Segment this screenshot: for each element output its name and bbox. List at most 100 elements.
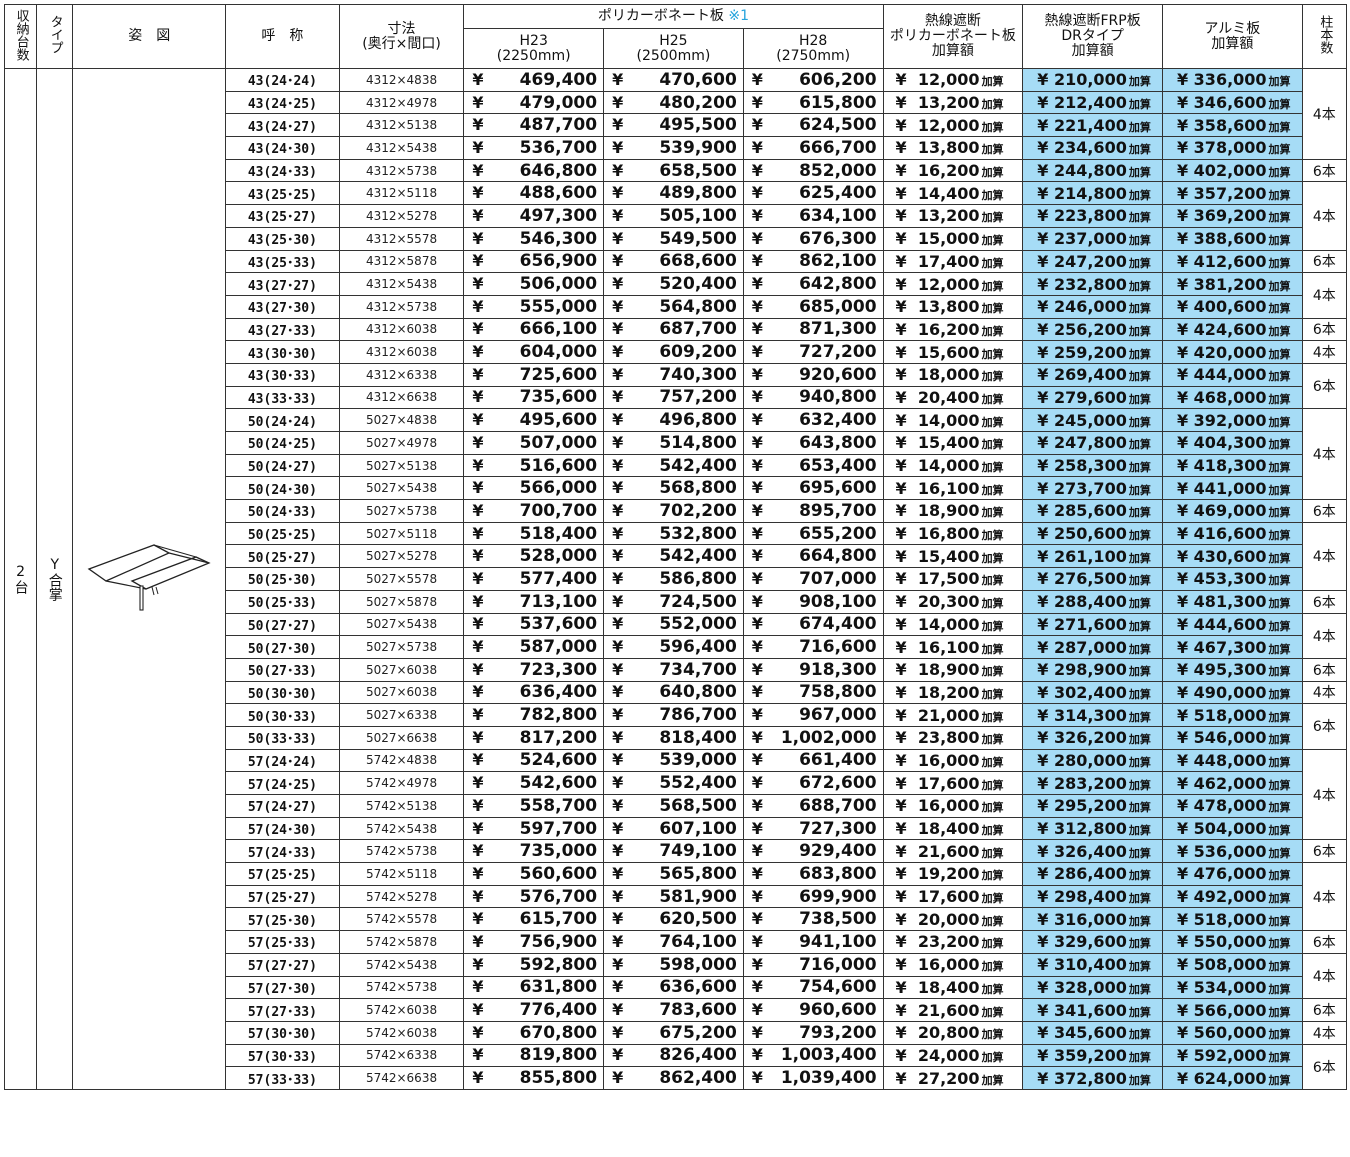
price-value: 487,700 [519,115,598,136]
yen-sign: ¥ [751,92,763,112]
price-value: 735,600 [519,387,598,408]
frp-add-value: ¥ 286,400 [1037,864,1127,884]
price-value: 581,900 [659,886,737,907]
aluminum-add-cell: ¥ 416,600 加算 [1161,521,1303,546]
frp-add-value: ¥ 302,400 [1037,682,1127,702]
price-h28-cell: ¥653,400 [742,453,884,478]
aluminum-add-value: ¥ 448,000 [1176,750,1267,770]
yen-sign: ¥ [472,591,484,611]
add-label: 加算 [1128,120,1151,134]
yen-sign: ¥ [472,364,484,384]
dimension-cell: 4312×5438 [338,136,465,160]
price-value: 738,500 [799,909,877,930]
price-h28-cell: ¥1,039,400 [742,1066,884,1090]
posts-count-cell: 4本 [1301,408,1348,501]
price-h25-cell: ¥749,100 [603,839,744,864]
price-h23-cell: ¥469,400 [463,68,605,92]
price-h23-cell: ¥592,800 [463,952,605,977]
yen-sign: ¥ [895,161,907,181]
yen-sign: ¥ [612,364,624,384]
yen-sign: ¥ [895,909,907,929]
aluminum-add-value: ¥ 420,000 [1176,342,1267,362]
dimension-cell: 5742×5738 [338,839,465,864]
price-value: 564,800 [659,296,737,317]
header-heat-poly-l3: 加算額 [931,43,974,59]
posts-count-cell: 6本 [1301,362,1348,410]
aluminum-add-cell: ¥ 369,200 加算 [1161,204,1303,228]
frp-add-value: ¥ 214,800 [1037,183,1127,203]
frp-add-cell: ¥ 245,000 加算 [1022,408,1163,432]
heat-poly-add-value: 16,200 [917,319,980,339]
frp-add-value: ¥ 295,200 [1037,796,1127,816]
yen-sign: ¥ [751,478,763,498]
price-h28-cell: ¥664,800 [742,544,884,569]
model-name-cell: 57(30･30) [225,1020,340,1045]
header-aluminum: アルミ板 加算額 [1161,4,1303,69]
add-label: 加算 [1128,960,1151,974]
header-type-text: タイプ [47,15,63,54]
price-h23-cell: ¥756,900 [463,930,605,954]
heat-poly-add-cell: ¥ 13,800 加算 [882,136,1024,160]
frp-add-cell: ¥ 256,200 加算 [1022,317,1163,342]
model-name-cell: 50(24･24) [225,408,340,432]
frp-add-value: ¥ 261,100 [1037,546,1127,566]
add-label: 加算 [1268,733,1291,747]
heat-poly-add-cell: ¥ 19,200 加算 [882,862,1024,886]
price-h23-cell: ¥723,300 [463,657,605,682]
yen-sign: ¥ [472,115,484,135]
price-value: 716,600 [799,637,877,658]
model-name-cell: 43(33･33) [225,385,340,410]
frp-add-cell: ¥ 280,000 加算 [1022,748,1163,773]
aluminum-add-cell: ¥ 592,000 加算 [1161,1043,1303,1068]
yen-sign: ¥ [612,455,624,475]
add-label: 加算 [981,574,1004,588]
yen-sign: ¥ [895,569,907,589]
price-h23-cell: ¥636,400 [463,680,605,705]
yen-sign: ¥ [895,796,907,816]
aluminum-add-value: ¥ 508,000 [1176,955,1267,975]
add-label: 加算 [981,778,1004,792]
heat-poly-add-cell: ¥ 23,200 加算 [882,930,1024,954]
add-label: 加算 [1268,166,1291,180]
frp-add-cell: ¥ 341,600 加算 [1022,998,1163,1022]
yen-sign: ¥ [895,229,907,249]
add-label: 加算 [1268,687,1291,701]
yen-sign: ¥ [751,228,763,248]
aluminum-add-value: ¥ 358,600 [1176,115,1267,135]
yen-sign: ¥ [472,977,484,997]
dimension-cell: 5742×5738 [338,975,465,1000]
header-frp: 熱線遮断FRP板 DRタイプ 加算額 [1022,4,1163,69]
frp-add-value: ¥ 232,800 [1037,274,1127,294]
price-h23-cell: ¥487,700 [463,113,605,138]
yen-sign: ¥ [472,69,484,89]
dimension-cell: 5027×5138 [338,453,465,478]
price-h28-cell: ¥1,002,000 [742,725,884,750]
dimension-cell: 5742×6638 [338,1066,465,1090]
frp-add-cell: ¥ 326,200 加算 [1022,725,1163,750]
frp-add-cell: ¥ 221,400 加算 [1022,113,1163,138]
price-value: 700,700 [519,500,598,521]
add-label: 加算 [1128,597,1151,611]
price-h23-cell: ¥576,700 [463,884,605,909]
yen-sign: ¥ [472,931,484,951]
header-h25: H25 (2500mm) [603,28,744,69]
aluminum-add-value: ¥ 378,000 [1176,138,1267,158]
yen-sign: ¥ [895,297,907,317]
header-aluminum-l1: アルミ板 [1204,20,1261,37]
price-value: 620,500 [659,909,737,930]
posts-count-cell: 6本 [1301,998,1348,1022]
yen-sign: ¥ [895,841,907,861]
price-h25-cell: ¥514,800 [603,431,744,455]
yen-sign: ¥ [612,977,624,997]
yen-sign: ¥ [751,909,763,929]
frp-add-value: ¥ 223,800 [1037,206,1127,226]
frp-add-value: ¥ 341,600 [1037,1000,1127,1020]
yen-sign: ¥ [895,750,907,770]
aluminum-add-value: ¥ 490,000 [1176,682,1267,702]
yen-sign: ¥ [895,524,907,544]
yen-sign: ¥ [751,727,763,747]
price-h28-cell: ¥625,400 [742,181,884,206]
aluminum-add-value: ¥ 481,300 [1176,592,1267,612]
heat-poly-add-value: 15,400 [917,546,980,566]
add-label: 加算 [1268,642,1291,656]
